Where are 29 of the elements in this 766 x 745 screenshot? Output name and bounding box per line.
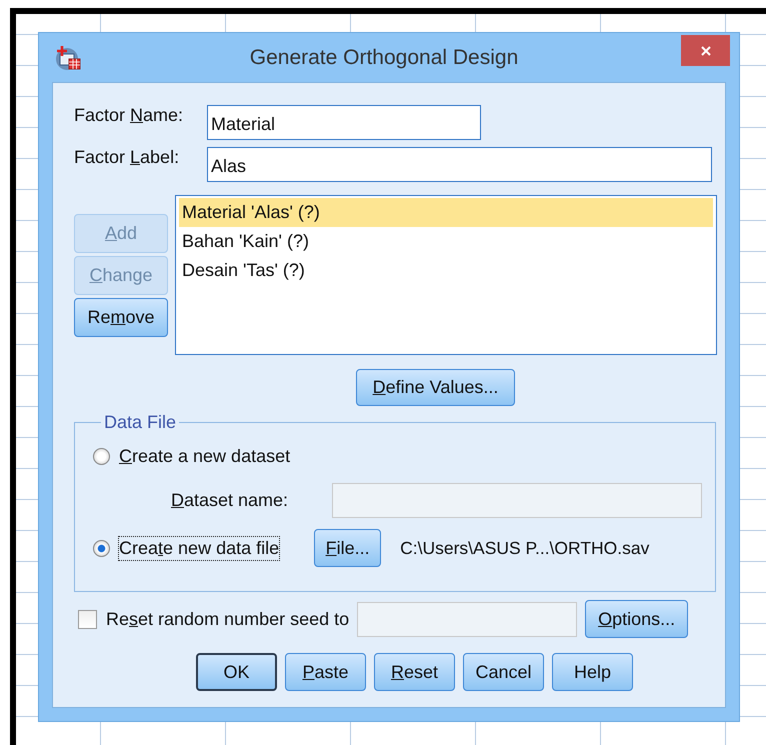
factor-item[interactable]: Desain 'Tas' (?)	[179, 256, 713, 285]
radio-button[interactable]	[93, 448, 110, 464]
close-button[interactable]	[681, 35, 730, 66]
factor-label-field[interactable]: Alas	[207, 147, 712, 182]
file-path: C:\Users\ASUS P...\ORTHO.sav	[400, 538, 650, 558]
factor-label-label: Factor Label:	[74, 147, 180, 168]
table-icon	[54, 44, 82, 72]
dataset-name-label: Dataset name:	[171, 490, 290, 511]
dialog-button[interactable]: OK	[196, 653, 277, 691]
radio-label: Create a new dataset	[118, 444, 292, 468]
factor-item[interactable]: Material 'Alas' (?)	[179, 198, 713, 227]
close-icon	[700, 44, 712, 56]
window-title: Generate Orthogonal Design	[248, 46, 520, 70]
dialog-button[interactable]: Reset	[374, 653, 455, 691]
define-values-button[interactable]: Define Values...	[356, 369, 515, 406]
dialog-button[interactable]: Cancel	[463, 653, 544, 691]
file-button[interactable]: File...	[314, 529, 382, 567]
checkbox-label: Reset random number seed to	[105, 608, 350, 630]
radio-button[interactable]	[93, 540, 110, 556]
factor-name-field[interactable]: Material	[207, 105, 481, 140]
factor-name-label: Factor Name:	[74, 105, 184, 126]
radio-label: Create new data file	[118, 536, 280, 560]
side-button[interactable]: Remove	[74, 298, 168, 337]
options-button[interactable]: Options...	[585, 600, 688, 638]
checkbox[interactable]	[78, 610, 97, 628]
dialog-button[interactable]: Paste	[285, 653, 366, 691]
factor-item[interactable]: Bahan 'Kain' (?)	[179, 227, 713, 256]
dialog-button[interactable]: Help	[552, 653, 633, 691]
group-title: Data File	[103, 412, 178, 433]
